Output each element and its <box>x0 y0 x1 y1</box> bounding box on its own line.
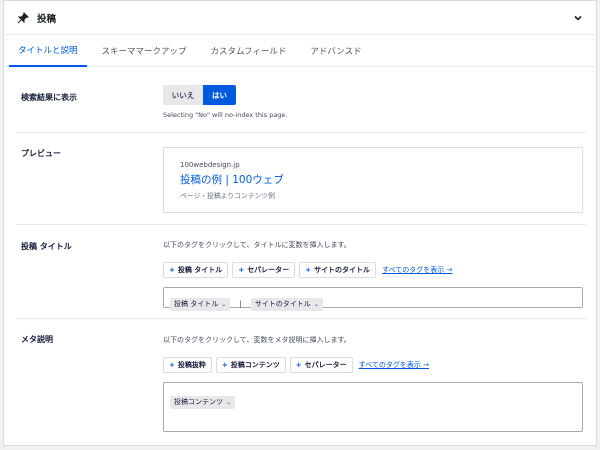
post-title-label: 投稿 タイトル <box>21 242 72 251</box>
variable-chip[interactable]: 投稿 タイトル ⌄ <box>170 297 231 311</box>
tab-bar: タイトルと説明 スキーママークアップ カスタムフィールド アドバンスド <box>4 35 596 67</box>
meta-description-row: メタ説明 以下のタグをクリックして、変数をメタ説明に挿入します。 + 投稿抜粋 +… <box>16 319 586 445</box>
show-all-tags-link[interactable]: すべてのタグを表示 → <box>382 265 452 275</box>
toggle-no-button[interactable]: いいえ <box>163 85 203 105</box>
tag-separator-button[interactable]: + セパレーター <box>289 357 353 373</box>
tag-separator-button[interactable]: + セパレーター <box>232 262 296 278</box>
search-visibility-label: 検索結果に表示 <box>21 93 77 102</box>
preview-label: プレビュー <box>21 149 61 158</box>
post-title-tag-list: + 投稿 タイトル + セパレーター + サイトのタイトル すべてのタグを表示 → <box>163 262 583 278</box>
preview-description: ページ・投稿よりコンテンツ例 <box>180 192 275 200</box>
tag-post-title-button[interactable]: + 投稿 タイトル <box>163 262 229 278</box>
post-settings-panel: 投稿 タイトルと説明 スキーママークアップ カスタムフィールド アドバンスド 検… <box>3 0 597 446</box>
chevron-down-icon: ⌄ <box>226 398 232 406</box>
variable-chip[interactable]: サイトのタイトル ⌄ <box>250 297 323 311</box>
separator-text: | <box>239 300 242 308</box>
meta-description-instruction: 以下のタグをクリックして、変数をメタ説明に挿入します。 <box>163 336 351 344</box>
meta-description-tag-list: + 投稿抜粋 + 投稿コンテンツ + セパレーター すべてのタグを表示 → <box>163 357 583 373</box>
tab-advanced[interactable]: アドバンスド <box>301 35 370 67</box>
tab-title-description[interactable]: タイトルと説明 <box>9 35 87 67</box>
variable-chip[interactable]: 投稿コンテンツ ⌄ <box>170 395 236 409</box>
plus-icon: + <box>305 266 312 274</box>
plus-icon: + <box>238 266 245 274</box>
chevron-down-icon: ⌄ <box>313 300 319 308</box>
post-title-row: 投稿 タイトル 以下のタグをクリックして、タイトルに変数を挿入します。 + 投稿 … <box>16 225 586 319</box>
tab-schema-markup[interactable]: スキーママークアップ <box>93 35 196 67</box>
plus-icon: + <box>169 266 175 274</box>
preview-row: プレビュー 100webdesign.jp 投稿の例 | 100ウェブ ページ・… <box>16 133 586 225</box>
post-title-input[interactable]: 投稿 タイトル ⌄ | サイトのタイトル ⌄ <box>163 287 583 311</box>
chevron-down-icon[interactable] <box>573 13 583 23</box>
tag-post-content-button[interactable]: + 投稿コンテンツ <box>215 357 286 373</box>
tag-site-title-button[interactable]: + サイトのタイトル <box>299 262 377 278</box>
plus-icon: + <box>169 361 175 369</box>
chevron-down-icon: ⌄ <box>221 300 227 308</box>
plus-icon: + <box>221 361 228 369</box>
panel-title: 投稿 <box>37 13 57 25</box>
pin-icon <box>17 11 29 24</box>
toggle-yes-button[interactable]: はい <box>203 85 236 105</box>
panel-header[interactable]: 投稿 <box>4 1 596 35</box>
tab-custom-fields[interactable]: カスタムフィールド <box>202 35 296 67</box>
tag-post-excerpt-button[interactable]: + 投稿抜粋 <box>163 357 212 373</box>
show-all-tags-link[interactable]: すべてのタグを表示 → <box>359 360 429 370</box>
search-visibility-toggle: いいえ はい <box>163 85 583 105</box>
serp-preview: 100webdesign.jp 投稿の例 | 100ウェブ ページ・投稿よりコン… <box>163 147 583 213</box>
meta-description-label: メタ説明 <box>21 335 53 344</box>
preview-url: 100webdesign.jp <box>180 161 240 169</box>
post-title-instruction: 以下のタグをクリックして、タイトルに変数を挿入します。 <box>163 241 351 249</box>
plus-icon: + <box>295 361 302 369</box>
preview-title: 投稿の例 | 100ウェブ <box>180 174 284 186</box>
noindex-hint: Selecting "No" will no-index this page. <box>163 111 288 119</box>
search-visibility-row: 検索結果に表示 いいえ はい Selecting "No" will no-in… <box>16 68 586 133</box>
meta-description-input[interactable]: 投稿コンテンツ ⌄ <box>163 382 583 432</box>
